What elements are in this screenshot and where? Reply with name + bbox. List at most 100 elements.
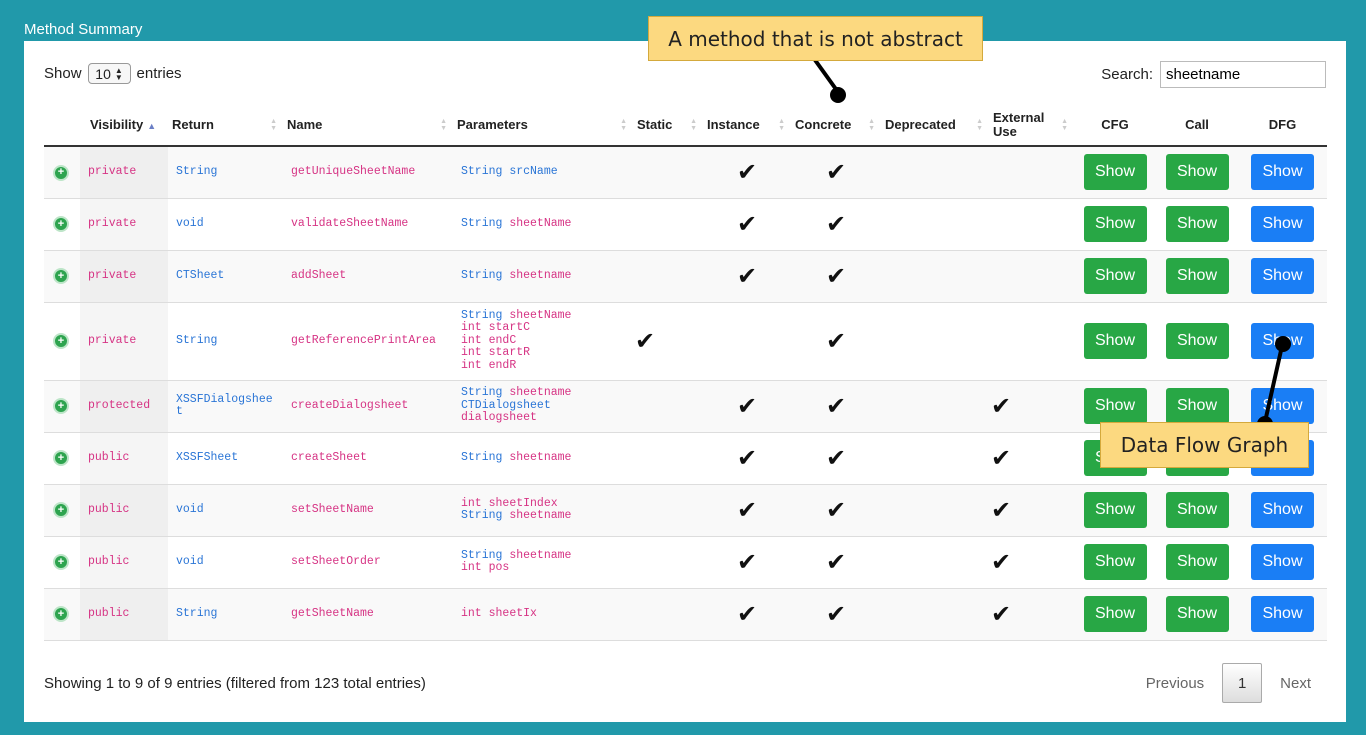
expand-row-icon[interactable]: + (53, 606, 69, 623)
show-cfg-button[interactable]: Show (1083, 388, 1147, 424)
show-call-button[interactable]: Show (1165, 258, 1229, 294)
show-call-button[interactable]: Show (1165, 492, 1229, 528)
static-cell (633, 198, 703, 251)
show-cfg-button[interactable]: Show (1083, 206, 1147, 242)
visibility-cell: private (80, 302, 168, 381)
parameter-name: sheetname (509, 268, 572, 282)
return-type-cell: String (168, 302, 283, 381)
page-1-button[interactable]: 1 (1222, 663, 1263, 703)
checkmark-icon: ✔ (825, 262, 847, 290)
parameters-cell: int sheetIx (453, 588, 633, 641)
column-header-3[interactable]: Name ▲ ▼ (283, 104, 453, 147)
column-header-6[interactable]: Instance ▲ ▼ (703, 104, 791, 147)
show-call-button[interactable]: Show (1165, 206, 1229, 242)
expand-cell: + (44, 250, 80, 303)
expand-row-icon[interactable]: + (53, 333, 69, 350)
parameters-cell: String srcName (453, 146, 633, 199)
methods-table: Visibility ▲ Return ▲ ▼ Name ▲ ▼ Parameters ▲ ▼ Sta… (44, 104, 1327, 641)
select-arrows-icon: ▲ ▼ (114, 65, 123, 82)
show-call-button[interactable]: Show (1165, 544, 1229, 580)
checkmark-icon: ✔ (736, 392, 758, 420)
show-call-button[interactable]: Show (1165, 596, 1229, 632)
table-row: + public void setSheetName int sheetIndex Str… (44, 484, 1327, 537)
external-cell: ✔ (989, 380, 1074, 433)
sort-icon: ▲ ▼ (778, 117, 785, 132)
expand-row-icon[interactable]: + (53, 554, 69, 571)
visibility-cell: public (80, 588, 168, 641)
static-cell (633, 146, 703, 199)
checkmark-icon: ✔ (736, 262, 758, 290)
column-header-2[interactable]: Return ▲ ▼ (168, 104, 283, 147)
static-cell (633, 588, 703, 641)
show-call-button[interactable]: Show (1165, 154, 1229, 191)
parameter: String sheetname (461, 451, 633, 465)
expand-row-icon[interactable]: + (53, 216, 69, 233)
show-dfg-button[interactable]: Show (1251, 544, 1314, 580)
checkmark-icon: ✔ (991, 548, 1012, 576)
external-cell (989, 250, 1074, 303)
expand-row-icon[interactable]: + (53, 502, 69, 519)
expand-row-icon[interactable]: + (53, 398, 69, 415)
show-cfg-button[interactable]: Show (1083, 596, 1147, 632)
column-header-1[interactable]: Visibility ▲ (80, 104, 168, 147)
checkmark-icon: ✔ (736, 600, 758, 628)
column-header-0 (44, 104, 80, 147)
column-header-7[interactable]: Concrete ▲ ▼ (791, 104, 881, 147)
return-type-cell: void (168, 484, 283, 537)
parameters-cell: String sheetName int startC int endC int st… (453, 302, 633, 381)
static-cell (633, 380, 703, 433)
checkmark-icon: ✔ (991, 392, 1012, 420)
concrete-cell: ✔ (791, 484, 881, 537)
expand-cell: + (44, 536, 80, 589)
return-type-cell: void (168, 198, 283, 251)
show-cfg-button[interactable]: Show (1083, 492, 1147, 528)
show-call-button[interactable]: Show (1165, 323, 1229, 359)
show-cfg-button[interactable]: Show (1083, 258, 1147, 294)
expand-row-icon[interactable]: + (53, 164, 69, 181)
column-header-9[interactable]: External Use ▲ ▼ (989, 104, 1074, 147)
expand-row-icon[interactable]: + (53, 450, 69, 467)
expand-row-icon[interactable]: + (53, 268, 69, 285)
show-cfg-button[interactable]: Show (1083, 544, 1147, 580)
previous-button[interactable]: Previous (1146, 675, 1204, 692)
expand-cell: + (44, 302, 80, 381)
static-cell: ✔ (633, 302, 703, 381)
show-dfg-button[interactable]: Show (1251, 154, 1314, 191)
concrete-cell: ✔ (791, 432, 881, 485)
dfg-cell: Show (1238, 146, 1327, 199)
show-dfg-button[interactable]: Show (1251, 388, 1314, 424)
parameter-name: srcName (509, 165, 558, 178)
column-header-5[interactable]: Static ▲ ▼ (633, 104, 703, 147)
show-dfg-button[interactable]: Show (1251, 206, 1314, 242)
dfg-cell: Show (1238, 250, 1327, 303)
show-dfg-button[interactable]: Show (1251, 492, 1314, 528)
checkmark-icon: ✔ (825, 392, 847, 420)
method-name-cell: validateSheetName (283, 198, 453, 251)
length-select[interactable]: 10 ▲ ▼ (87, 63, 131, 84)
checkmark-icon: ✔ (825, 210, 847, 238)
column-header-8[interactable]: Deprecated ▲ ▼ (881, 104, 989, 147)
column-header-label: DFG (1268, 117, 1297, 132)
concrete-annotation: A method that is not abstract (648, 16, 983, 61)
pagination: Previous 1 Next (1146, 663, 1311, 703)
show-dfg-button[interactable]: Show (1251, 596, 1314, 632)
concrete-cell: ✔ (791, 146, 881, 199)
show-cfg-button[interactable]: Show (1083, 154, 1147, 191)
column-header-label: Parameters (457, 117, 528, 132)
show-call-button[interactable]: Show (1165, 388, 1229, 424)
show-dfg-button[interactable]: Show (1251, 323, 1314, 359)
column-header-4[interactable]: Parameters ▲ ▼ (453, 104, 633, 147)
show-dfg-button[interactable]: Show (1251, 258, 1314, 294)
return-type-cell: XSSFSheet (168, 432, 283, 485)
checkmark-icon: ✔ (825, 327, 847, 355)
cfg-cell: Show (1074, 536, 1156, 589)
next-button[interactable]: Next (1280, 675, 1311, 692)
instance-cell (703, 302, 791, 381)
parameter: CTDialogsheet dialogsheet (461, 399, 633, 425)
concrete-cell: ✔ (791, 302, 881, 381)
external-cell: ✔ (989, 536, 1074, 589)
search-input[interactable] (1160, 61, 1326, 88)
checkmark-icon: ✔ (825, 548, 847, 576)
show-cfg-button[interactable]: Show (1083, 323, 1147, 359)
instance-cell: ✔ (703, 146, 791, 199)
